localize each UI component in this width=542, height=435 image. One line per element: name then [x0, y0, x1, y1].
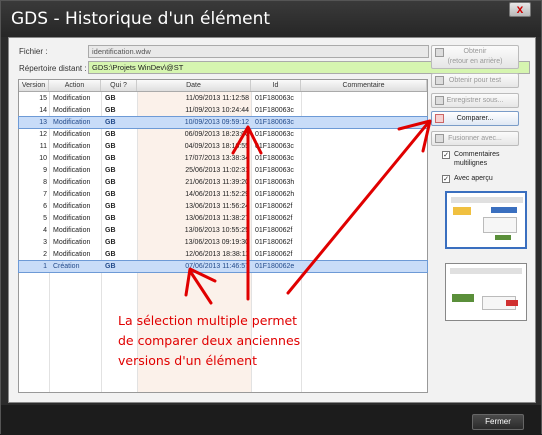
footer-bar — [1, 405, 541, 435]
fermer-button[interactable]: Fermer — [472, 414, 524, 430]
window: GDS - Historique d'un élément x Fichier … — [0, 0, 542, 435]
arrow-to-row-1-head — [184, 267, 217, 297]
annotation-arrows — [184, 119, 432, 305]
arrow-to-compare — [286, 121, 430, 295]
arrow-to-row-1 — [188, 269, 213, 305]
